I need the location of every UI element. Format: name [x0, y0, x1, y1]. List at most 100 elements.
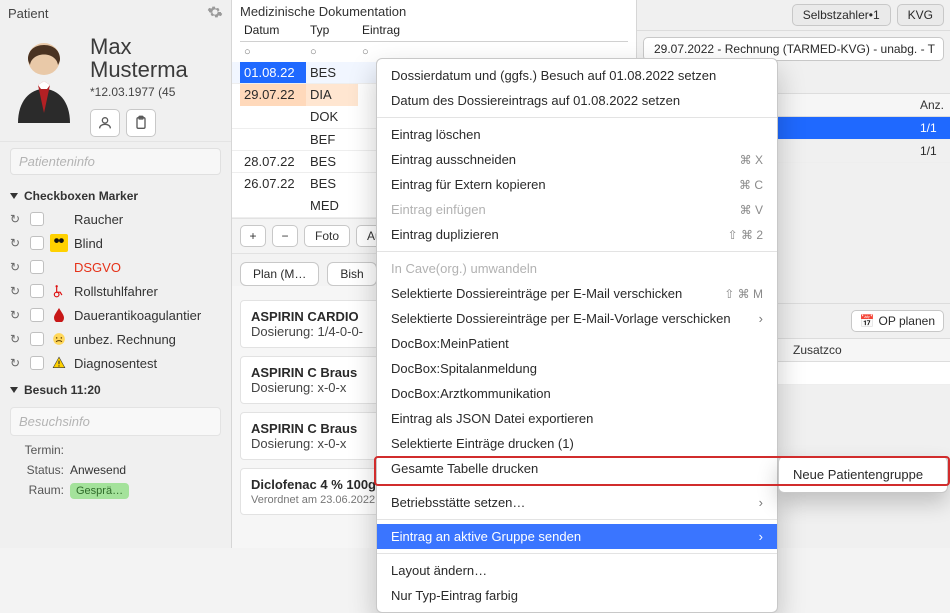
mi-docbox-mein[interactable]: DocBox:MeinPatient	[377, 331, 777, 356]
td-typ: MED	[306, 195, 358, 217]
kv-termin: Termin:	[0, 440, 231, 460]
th-anz[interactable]: Anz.	[914, 94, 950, 116]
blind-icon	[50, 234, 68, 252]
tab-bish[interactable]: Bish	[327, 262, 376, 286]
kv-key: Termin:	[14, 443, 64, 457]
mi-shortcut: ⌘ C	[739, 178, 763, 192]
marker-rollstuhl[interactable]: ↻ Rollstuhlfahrer	[6, 279, 225, 303]
svc-anz: 1/1	[914, 117, 950, 139]
remove-entry-button[interactable]: −	[272, 225, 298, 247]
marker-diag[interactable]: ↻ Diagnosentest	[6, 351, 225, 375]
mi-typ-farbig[interactable]: Nur Typ-Eintrag farbig	[377, 583, 777, 608]
avatar	[10, 35, 78, 123]
chevron-down-icon	[10, 387, 18, 393]
reload-icon: ↻	[10, 236, 24, 250]
td-date: 28.07.22	[240, 151, 306, 172]
mi-loeschen[interactable]: Eintrag löschen	[377, 122, 777, 147]
checkbox[interactable]	[30, 212, 44, 226]
pill-selbstzahler[interactable]: Selbstzahler•1	[792, 4, 891, 26]
kv-key: Raum:	[14, 483, 64, 499]
mi-layout[interactable]: Layout ändern…	[377, 558, 777, 583]
patienteninfo-input[interactable]: Patienteninfo	[10, 148, 221, 175]
reload-icon: ↻	[10, 308, 24, 322]
mi-label: Betriebsstätte setzen…	[391, 495, 525, 510]
mi-docbox-spital[interactable]: DocBox:Spitalanmeldung	[377, 356, 777, 381]
patient-sub: *12.03.1977 (45	[90, 85, 221, 99]
mi-label: Eintrag als JSON Datei exportieren	[391, 411, 593, 426]
mi-neue-gruppe[interactable]: Neue Patientengruppe	[779, 461, 947, 488]
mi-label: Eintrag duplizieren	[391, 227, 499, 242]
td-date: 01.08.22	[240, 62, 306, 83]
wheelchair-icon	[50, 282, 68, 300]
checkbox[interactable]	[30, 284, 44, 298]
marker-raucher[interactable]: ↻ Raucher	[6, 207, 225, 231]
mi-email[interactable]: Selektierte Dossiereinträge per E-Mail v…	[377, 281, 777, 306]
mi-json-export[interactable]: Eintrag als JSON Datei exportieren	[377, 406, 777, 431]
mi-betriebsstaette[interactable]: Betriebsstätte setzen… ›	[377, 490, 777, 515]
mi-docbox-arzt[interactable]: DocBox:Arztkommunikation	[377, 381, 777, 406]
checkbox[interactable]	[30, 332, 44, 346]
th-zusatz[interactable]: Zusatzco	[787, 339, 950, 361]
besuch-header[interactable]: Besuch 11:20	[0, 375, 231, 401]
patient-info: Max Musterma *12.03.1977 (45	[90, 35, 221, 137]
mi-datum-setzen[interactable]: Datum des Dossiereintrags auf 01.08.2022…	[377, 88, 777, 113]
add-entry-button[interactable]: +	[240, 225, 266, 247]
calendar-button[interactable]: 📅 OP planen	[851, 310, 944, 332]
reload-icon: ↻	[10, 332, 24, 346]
td-typ: DOK	[306, 106, 358, 128]
room-badge[interactable]: Gesprä…	[70, 483, 129, 499]
mi-ausschneiden[interactable]: Eintrag ausschneiden ⌘ X	[377, 147, 777, 172]
kv-status: Status:Anwesend	[0, 460, 231, 480]
sidebar-header: Patient	[0, 0, 231, 27]
tab-plan[interactable]: Plan (M…	[240, 262, 319, 286]
marker-label: Diagnosentest	[74, 356, 221, 371]
blank-icon	[50, 210, 68, 228]
mi-dossierdatum[interactable]: Dossierdatum und (ggfs.) Besuch auf 01.0…	[377, 63, 777, 88]
person-button[interactable]	[90, 109, 120, 137]
gear-icon[interactable]	[207, 4, 223, 23]
mi-duplizieren[interactable]: Eintrag duplizieren ⇧ ⌘ 2	[377, 222, 777, 247]
th-date[interactable]: Datum	[240, 19, 306, 41]
marker-blind[interactable]: ↻ Blind	[6, 231, 225, 255]
calendar-icon: 📅	[860, 314, 875, 328]
mi-an-gruppe-senden[interactable]: Eintrag an aktive Gruppe senden›	[377, 524, 777, 549]
markers-header[interactable]: Checkboxen Marker	[0, 181, 231, 207]
mi-label: Layout ändern…	[391, 563, 487, 578]
marker-unbez[interactable]: ↻ unbez. Rechnung	[6, 327, 225, 351]
marker-label: Raucher	[74, 212, 221, 227]
kv-raum: Raum: Gesprä…	[0, 480, 231, 502]
mi-print-selected[interactable]: Selektierte Einträge drucken (1)	[377, 431, 777, 456]
checkbox[interactable]	[30, 236, 44, 250]
checkbox[interactable]	[30, 308, 44, 322]
chevron-down-icon	[10, 193, 18, 199]
th-typ[interactable]: Typ	[306, 19, 358, 41]
mi-shortcut: ⌘ X	[740, 153, 763, 167]
mi-print-all[interactable]: Gesamte Tabelle drucken	[377, 456, 777, 481]
mi-shortcut: ⇧ ⌘ 2	[728, 228, 763, 242]
patient-name-first: Max	[90, 35, 221, 58]
marker-label: DSGVO	[74, 260, 221, 275]
th-ent[interactable]: Eintrag	[358, 19, 628, 41]
clipboard-button[interactable]	[126, 109, 156, 137]
foto-button[interactable]: Foto	[304, 225, 350, 247]
mi-extern-kopieren[interactable]: Eintrag für Extern kopieren⌘ C	[377, 172, 777, 197]
besuchsinfo-input[interactable]: Besuchsinfo	[10, 407, 221, 436]
mi-email-vorlage[interactable]: Selektierte Dossiereinträge per E-Mail-V…	[377, 306, 777, 331]
checkbox[interactable]	[30, 356, 44, 370]
mi-label: Eintrag ausschneiden	[391, 152, 516, 167]
drop-icon	[50, 306, 68, 324]
marker-antikoag[interactable]: ↻ Dauerantikoagulantier	[6, 303, 225, 327]
marker-dsgvo[interactable]: ↻ DSGVO	[6, 255, 225, 279]
op-planen-label: OP planen	[879, 314, 936, 328]
blank-icon	[50, 258, 68, 276]
reload-icon: ↻	[10, 356, 24, 370]
mi-shortcut: ⌘ V	[740, 203, 763, 217]
checkbox[interactable]	[30, 260, 44, 274]
td-typ: BEF	[306, 129, 358, 150]
mi-label: Eintrag an aktive Gruppe senden	[391, 529, 581, 544]
mi-label: Eintrag löschen	[391, 127, 481, 142]
pill-kvg[interactable]: KVG	[897, 4, 944, 26]
right-pills: Selbstzahler•1 KVG	[637, 0, 950, 31]
chevron-right-icon: ›	[759, 495, 763, 510]
td-date: 26.07.22	[240, 173, 306, 195]
